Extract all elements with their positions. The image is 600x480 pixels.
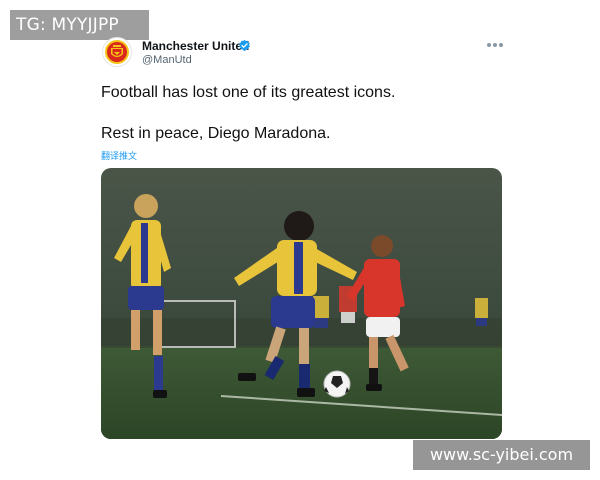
more-options-icon[interactable] — [485, 37, 505, 53]
tweet-photo[interactable] — [101, 168, 502, 439]
dot-icon — [493, 43, 497, 47]
verified-badge-icon — [239, 39, 250, 52]
tweet-text-line-1: Football has lost one of its greatest ic… — [101, 84, 396, 101]
football-match-photo — [101, 168, 502, 439]
avatar[interactable] — [102, 37, 132, 67]
display-name[interactable]: Manchester United — [142, 39, 249, 53]
watermark-top-left: TG: MYYJJPP — [10, 10, 149, 40]
dot-icon — [487, 43, 491, 47]
watermark-bottom-right: www.sc-yibei.com — [413, 440, 590, 470]
manchester-united-crest-icon — [105, 40, 129, 64]
handle[interactable]: @ManUtd — [142, 54, 192, 66]
translate-tweet-link[interactable]: 翻译推文 — [101, 149, 137, 162]
tweet-text-line-2: Rest in peace, Diego Maradona. — [101, 125, 331, 142]
dot-icon — [499, 43, 503, 47]
